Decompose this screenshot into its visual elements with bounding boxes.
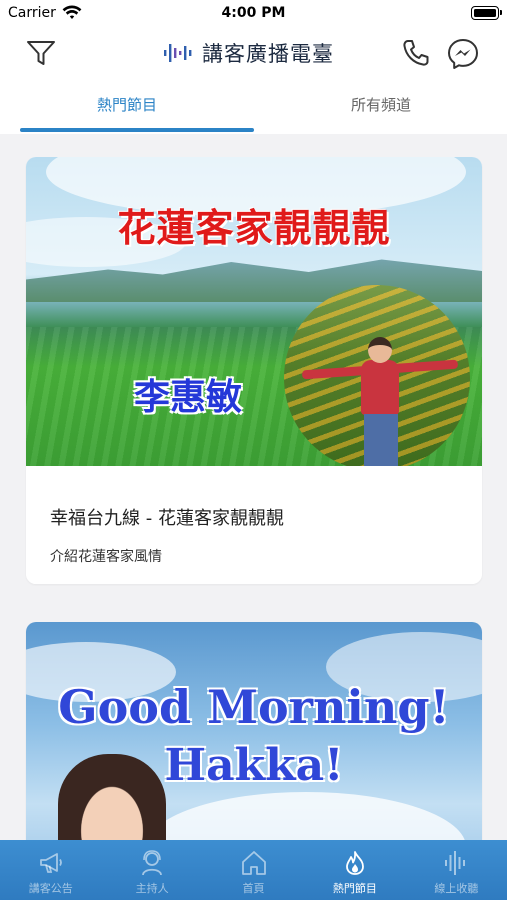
active-tab-indicator [20, 128, 254, 132]
filter-icon[interactable] [24, 38, 58, 68]
banner-host-name: 李惠敏 [134, 377, 243, 418]
tab-live-listen[interactable]: 線上收聽 [406, 840, 507, 900]
banner-line-1: Good Morning! [58, 680, 450, 734]
tab-hot-programs[interactable]: 熱門節目 [0, 80, 254, 130]
tab-label: 熱門節目 [332, 882, 377, 895]
host-photo [284, 285, 470, 466]
program-description: 介紹花蓮客家風情 [50, 549, 162, 565]
tab-label: 線上收聽 [434, 882, 479, 895]
host-icon [142, 850, 163, 876]
segment-tabs: 熱門節目 所有頻道 [0, 80, 507, 134]
soundwave-icon [445, 851, 466, 875]
program-card[interactable]: 花蓮客家靚靚靚 李惠敏 幸福台九線 - 花蓮客家靚靚靚 介紹花蓮客家風情 [26, 157, 482, 584]
banner-title: 花蓮客家靚靚靚 [117, 206, 391, 250]
banner-line-2: Hakka! [164, 740, 344, 791]
status-bar: Carrier 4:00 PM [0, 0, 507, 28]
program-title: 幸福台九線 - 花蓮客家靚靚靚 [50, 508, 284, 529]
messenger-icon[interactable] [446, 37, 480, 71]
tab-home[interactable]: 首頁 [203, 840, 304, 900]
app-logo: 講客廣播電臺 [162, 38, 334, 68]
top-nav-bar: 講客廣播電臺 [0, 28, 507, 80]
tab-announcements[interactable]: 講客公告 [0, 840, 101, 900]
tab-hot-programs-nav[interactable]: 熱門節目 [304, 840, 405, 900]
tab-label: 講客公告 [28, 882, 73, 895]
program-info: 幸福台九線 - 花蓮客家靚靚靚 介紹花蓮客家風情 [26, 466, 482, 584]
tab-label: 主持人 [135, 882, 169, 895]
battery-icon [471, 6, 502, 20]
tab-all-channels[interactable]: 所有頻道 [254, 80, 507, 130]
phone-icon[interactable] [400, 38, 432, 68]
program-banner-image: 花蓮客家靚靚靚 李惠敏 [26, 157, 482, 466]
soundwave-logo-icon [164, 44, 192, 62]
home-icon [241, 851, 266, 875]
megaphone-icon [39, 853, 62, 873]
tab-label: 首頁 [242, 882, 265, 895]
status-time: 4:00 PM [221, 5, 286, 21]
tab-hosts[interactable]: 主持人 [101, 840, 202, 900]
logo-text: 講客廣播電臺 [202, 42, 334, 66]
bottom-tab-bar: 講客公告 主持人 首頁 熱門節目 線上收聽 [0, 840, 507, 900]
flame-icon [346, 851, 364, 875]
